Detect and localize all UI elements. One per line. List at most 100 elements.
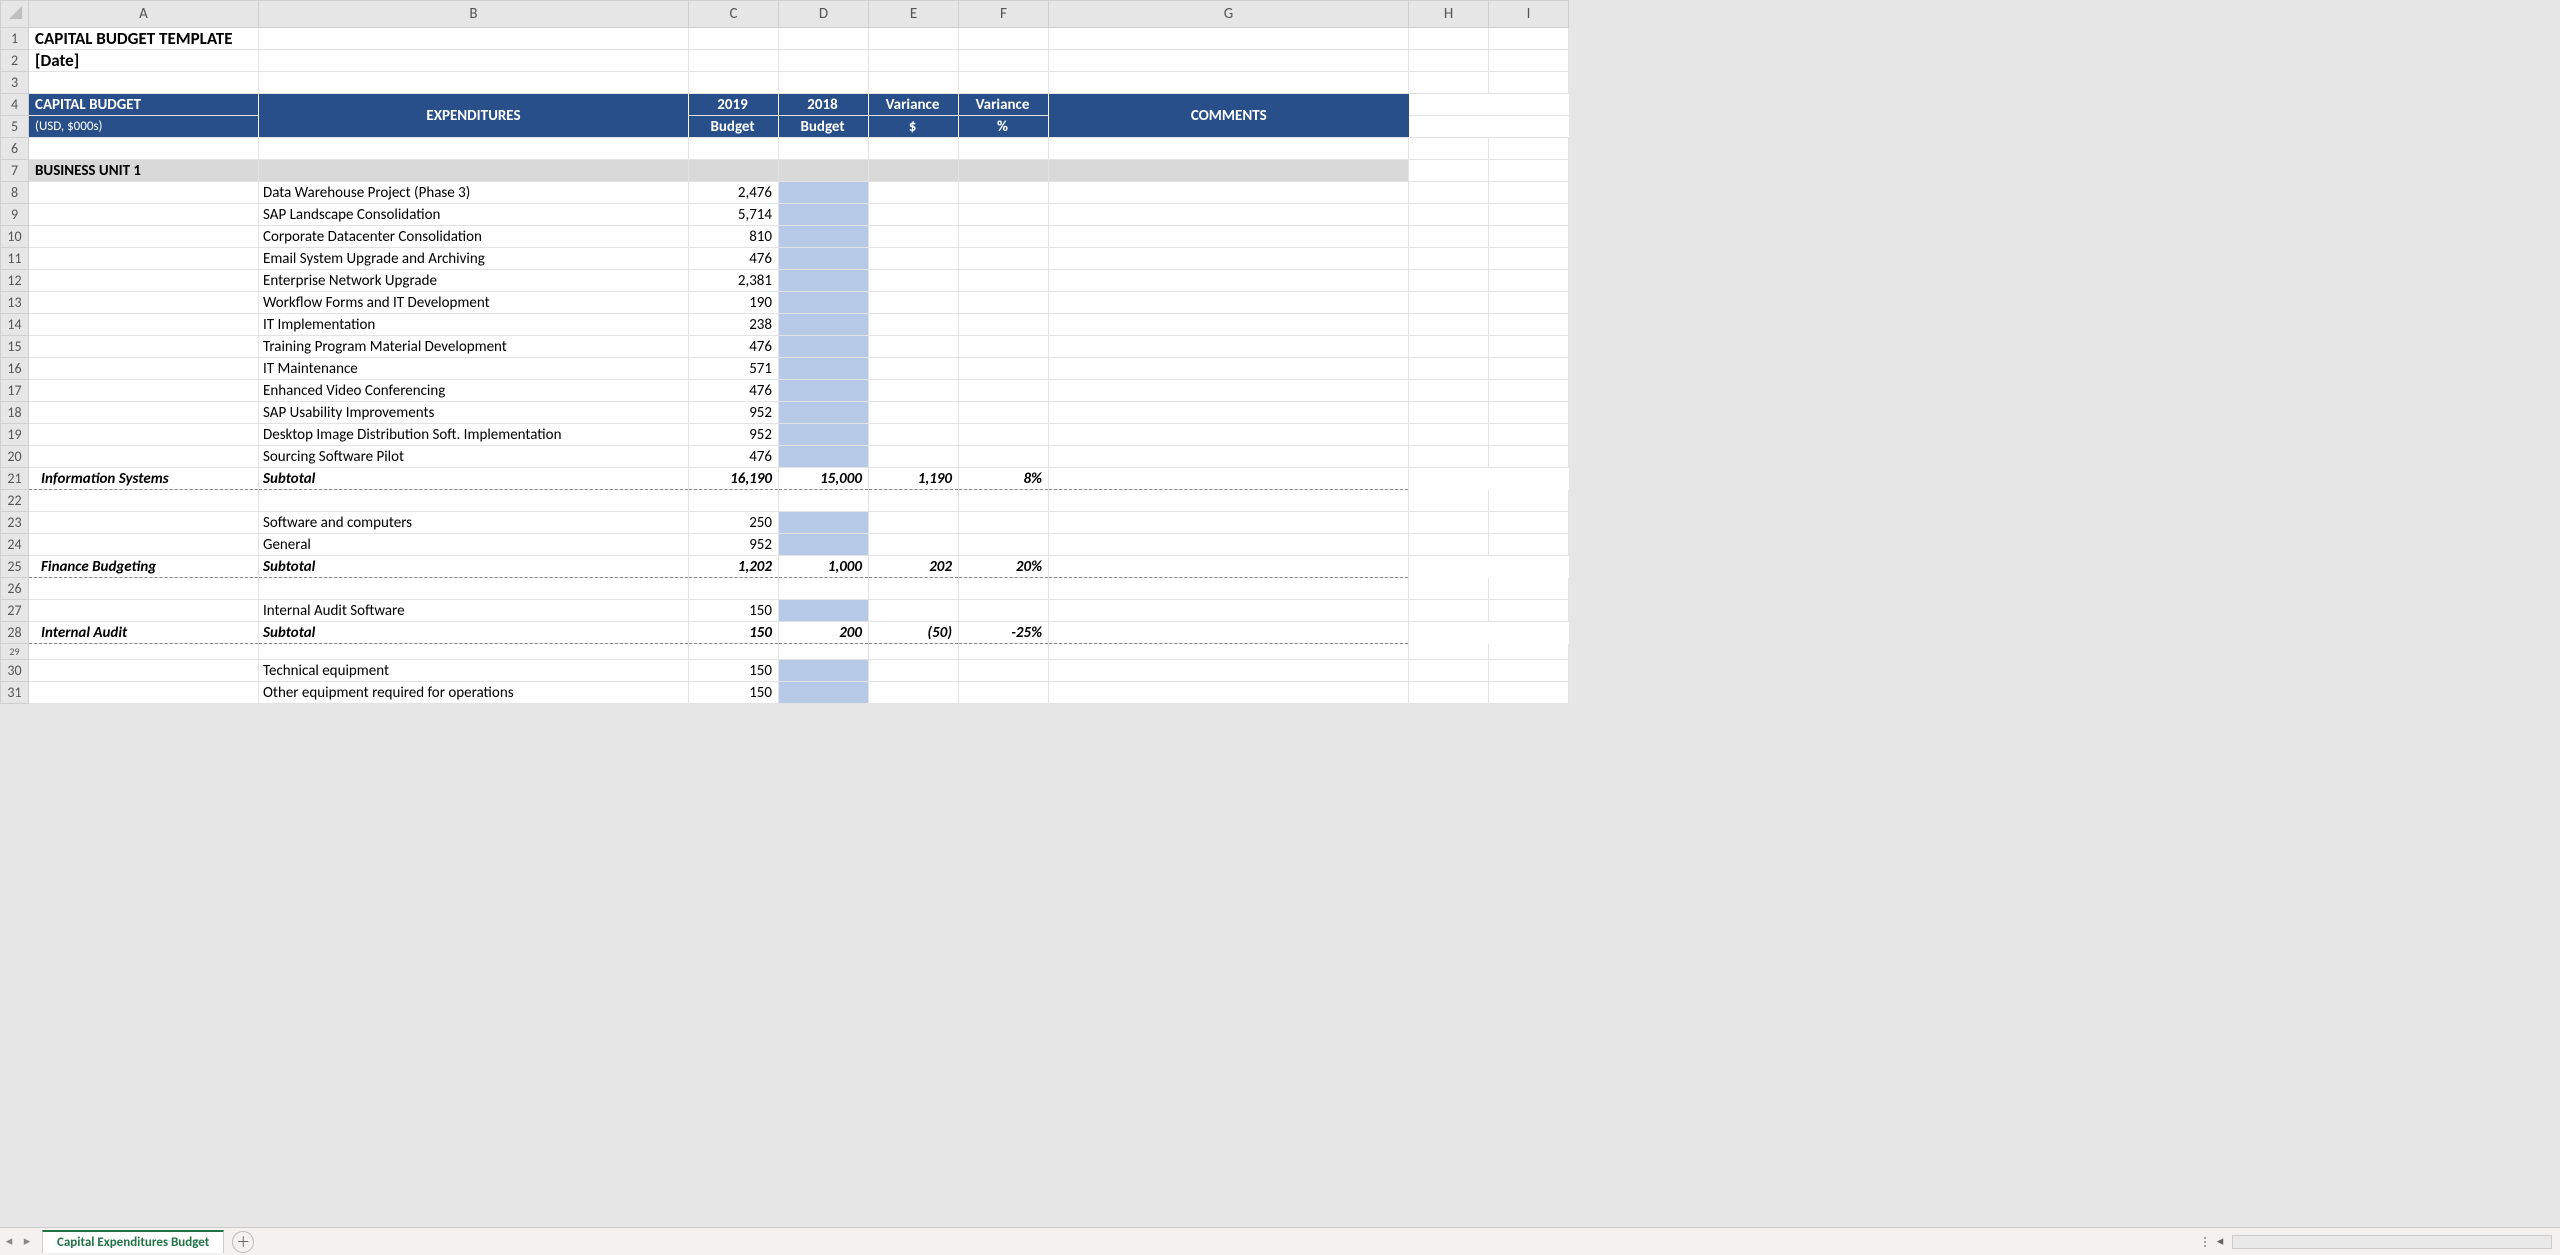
cell[interactable]	[779, 424, 869, 446]
cell[interactable]: 150	[689, 600, 779, 622]
cell[interactable]: 238	[689, 314, 779, 336]
cell[interactable]: 150	[689, 622, 779, 644]
cell[interactable]: -25%	[959, 622, 1049, 644]
row-header[interactable]: 14	[1, 314, 29, 336]
cell[interactable]: 250	[689, 512, 779, 534]
col-header-D[interactable]: D	[779, 1, 869, 28]
cell[interactable]	[779, 660, 869, 682]
col-header-E[interactable]: E	[869, 1, 959, 28]
cell[interactable]	[779, 358, 869, 380]
cell[interactable]	[779, 292, 869, 314]
row-header[interactable]: 24	[1, 534, 29, 556]
header-variance[interactable]: Variance	[959, 94, 1049, 116]
horizontal-scrollbar[interactable]	[2232, 1235, 2552, 1249]
tab-nav-next-icon[interactable]: ▸	[18, 1234, 36, 1249]
cell[interactable]: 952	[689, 534, 779, 556]
cell[interactable]: Subtotal	[259, 468, 689, 490]
cell[interactable]: CAPITAL BUDGET TEMPLATE	[29, 28, 259, 50]
col-header-I[interactable]: I	[1489, 1, 1569, 28]
cell[interactable]: 1,202	[689, 556, 779, 578]
cell[interactable]	[779, 682, 869, 704]
header-units[interactable]: (USD, $000s)	[29, 116, 259, 138]
header-variance-pct[interactable]: %	[959, 116, 1049, 138]
row-header[interactable]: 4	[1, 94, 29, 116]
cell[interactable]: 476	[689, 248, 779, 270]
cell[interactable]: Subtotal	[259, 622, 689, 644]
cell[interactable]: 952	[689, 424, 779, 446]
cell[interactable]: Workflow Forms and IT Development	[259, 292, 689, 314]
cell[interactable]: 15,000	[779, 468, 869, 490]
cell[interactable]: Corporate Datacenter Consolidation	[259, 226, 689, 248]
cell[interactable]	[779, 380, 869, 402]
cell[interactable]: 2,381	[689, 270, 779, 292]
col-header-G[interactable]: G	[1049, 1, 1409, 28]
cell[interactable]: 476	[689, 336, 779, 358]
row-header[interactable]: 29	[1, 644, 29, 660]
cell[interactable]: 150	[689, 660, 779, 682]
cell[interactable]: 952	[689, 402, 779, 424]
cell[interactable]	[779, 336, 869, 358]
row-header[interactable]: 1	[1, 28, 29, 50]
cell[interactable]: SAP Usability Improvements	[259, 402, 689, 424]
row-header[interactable]: 25	[1, 556, 29, 578]
header-variance-dollar[interactable]: $	[869, 116, 959, 138]
cell[interactable]	[779, 446, 869, 468]
cell[interactable]: 476	[689, 446, 779, 468]
cell[interactable]: 810	[689, 226, 779, 248]
cell[interactable]	[779, 600, 869, 622]
cell[interactable]: 2,476	[689, 182, 779, 204]
header-capital-budget[interactable]: CAPITAL BUDGET	[29, 94, 259, 116]
row-header[interactable]: 31	[1, 682, 29, 704]
select-all-triangle[interactable]	[1, 1, 29, 28]
spreadsheet-viewport[interactable]: A B C D E F G H I 1 CAPITAL BUDGET TEMPL…	[0, 0, 2560, 1227]
row-header[interactable]: 6	[1, 138, 29, 160]
cell[interactable]: 200	[779, 622, 869, 644]
row-header[interactable]: 23	[1, 512, 29, 534]
col-header-F[interactable]: F	[959, 1, 1049, 28]
cell[interactable]: Enterprise Network Upgrade	[259, 270, 689, 292]
scroll-left-icon[interactable]: ◂	[2212, 1234, 2228, 1250]
subtotal-label[interactable]: Internal Audit	[29, 622, 259, 644]
splitter-grip-icon[interactable]	[2202, 1237, 2208, 1247]
row-header[interactable]: 17	[1, 380, 29, 402]
subtotal-label[interactable]: Finance Budgeting	[29, 556, 259, 578]
cell[interactable]: Sourcing Software Pilot	[259, 446, 689, 468]
row-header[interactable]: 16	[1, 358, 29, 380]
cell[interactable]: Data Warehouse Project (Phase 3)	[259, 182, 689, 204]
row-header[interactable]: 5	[1, 116, 29, 138]
cell[interactable]: 8%	[959, 468, 1049, 490]
cell[interactable]: IT Maintenance	[259, 358, 689, 380]
row-header[interactable]: 30	[1, 660, 29, 682]
row-header[interactable]: 2	[1, 50, 29, 72]
header-comments[interactable]: COMMENTS	[1049, 94, 1409, 138]
cell[interactable]: General	[259, 534, 689, 556]
row-header[interactable]: 20	[1, 446, 29, 468]
section-business-unit-1[interactable]: BUSINESS UNIT 1	[29, 160, 259, 182]
cell[interactable]	[779, 512, 869, 534]
cell[interactable]	[779, 204, 869, 226]
row-header[interactable]: 18	[1, 402, 29, 424]
cell[interactable]: SAP Landscape Consolidation	[259, 204, 689, 226]
cell[interactable]	[779, 314, 869, 336]
row-header[interactable]: 28	[1, 622, 29, 644]
row-header[interactable]: 15	[1, 336, 29, 358]
row-header[interactable]: 12	[1, 270, 29, 292]
cell[interactable]: 1,190	[869, 468, 959, 490]
header-year-2019[interactable]: 2019	[689, 94, 779, 116]
cell[interactable]: 5,714	[689, 204, 779, 226]
cell[interactable]: Email System Upgrade and Archiving	[259, 248, 689, 270]
header-year-2018[interactable]: 2018	[779, 94, 869, 116]
cell[interactable]: 150	[689, 682, 779, 704]
row-header[interactable]: 9	[1, 204, 29, 226]
cell[interactable]: 571	[689, 358, 779, 380]
header-budget[interactable]: Budget	[689, 116, 779, 138]
cell[interactable]: 190	[689, 292, 779, 314]
row-header[interactable]: 22	[1, 490, 29, 512]
row-header[interactable]: 7	[1, 160, 29, 182]
cell[interactable]	[779, 534, 869, 556]
header-budget[interactable]: Budget	[779, 116, 869, 138]
row-header[interactable]: 11	[1, 248, 29, 270]
cell[interactable]: [Date]	[29, 50, 259, 72]
col-header-C[interactable]: C	[689, 1, 779, 28]
cell[interactable]: Training Program Material Development	[259, 336, 689, 358]
